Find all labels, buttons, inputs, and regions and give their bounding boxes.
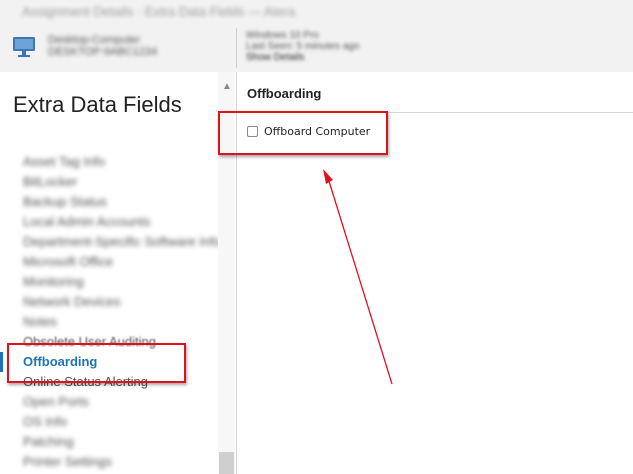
window-title: Assignment Details · Extra Data Fields —… bbox=[22, 4, 296, 19]
field-list-item[interactable]: BitLocker bbox=[0, 172, 218, 192]
device-identity: Desktop-Computer DESKTOP-9ABC1234 bbox=[48, 34, 157, 58]
device-id: DESKTOP-9ABC1234 bbox=[48, 46, 158, 58]
chevron-up-icon[interactable]: ▲ bbox=[220, 80, 234, 94]
device-header: Desktop-Computer DESKTOP-9ABC1234 Window… bbox=[0, 26, 633, 72]
title-bar: Assignment Details · Extra Data Fields —… bbox=[0, 0, 633, 26]
field-list-item[interactable]: Asset Tag Info bbox=[0, 152, 218, 172]
field-list-item[interactable]: OS Info bbox=[0, 412, 218, 432]
header-divider bbox=[236, 28, 237, 68]
field-list-item[interactable]: Notes bbox=[0, 312, 218, 332]
last-seen: Last Seen: 5 minutes ago bbox=[246, 41, 360, 52]
field-list-item[interactable]: Microsoft Office bbox=[0, 252, 218, 272]
section-title: Offboarding bbox=[247, 86, 322, 101]
field-list-item[interactable]: Printer Settings bbox=[0, 452, 218, 472]
scrollbar-thumb[interactable] bbox=[219, 452, 234, 474]
field-list-item[interactable]: Open Ports bbox=[0, 392, 218, 412]
highlight-box-offboarding bbox=[7, 343, 186, 383]
highlight-box-checkbox bbox=[218, 111, 388, 155]
monitor-icon bbox=[13, 37, 35, 57]
field-list-item[interactable]: Department-Specific Software Info bbox=[0, 232, 218, 252]
field-list-item[interactable]: Backup Status bbox=[0, 192, 218, 212]
field-list-item[interactable]: Local Admin Accounts bbox=[0, 212, 218, 232]
field-list-item[interactable]: Monitoring bbox=[0, 272, 218, 292]
device-name: Desktop-Computer bbox=[48, 34, 141, 46]
sidebar: Extra Data Fields Asset Tag Info BitLock… bbox=[0, 72, 235, 474]
show-details-link[interactable]: Show Details bbox=[246, 52, 359, 63]
page-title: Extra Data Fields bbox=[13, 92, 182, 117]
os-info: Windows 10 Pro bbox=[246, 30, 319, 41]
field-list-item[interactable]: Network Devices bbox=[0, 292, 218, 312]
field-list-item[interactable]: Patching bbox=[0, 432, 218, 452]
field-list: Asset Tag Info BitLocker Backup Status L… bbox=[0, 152, 218, 472]
device-info: Windows 10 Pro Last Seen: 5 minutes ago … bbox=[246, 30, 359, 63]
section-header: Offboarding bbox=[237, 72, 633, 113]
